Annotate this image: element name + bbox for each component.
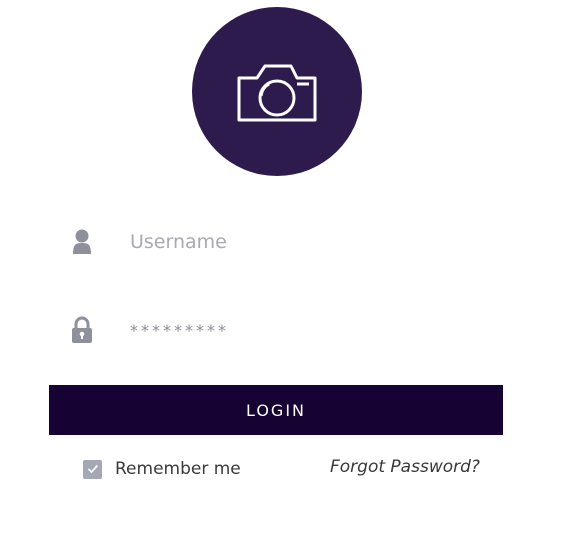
username-row xyxy=(62,222,502,262)
password-input[interactable] xyxy=(130,310,490,350)
avatar xyxy=(192,7,362,176)
camera-icon xyxy=(235,60,319,124)
login-page: LOGIN Remember me Forgot Password? xyxy=(0,0,564,541)
username-input[interactable] xyxy=(130,222,490,262)
remember-me-label: Remember me xyxy=(115,459,241,479)
remember-me-checkbox[interactable]: Remember me xyxy=(83,458,241,480)
login-button[interactable]: LOGIN xyxy=(49,385,503,435)
user-icon xyxy=(70,228,94,256)
checkbox-checked-icon[interactable] xyxy=(83,459,102,479)
lock-icon xyxy=(70,316,94,344)
forgot-password-link[interactable]: Forgot Password? xyxy=(330,457,480,477)
password-row xyxy=(62,310,502,350)
